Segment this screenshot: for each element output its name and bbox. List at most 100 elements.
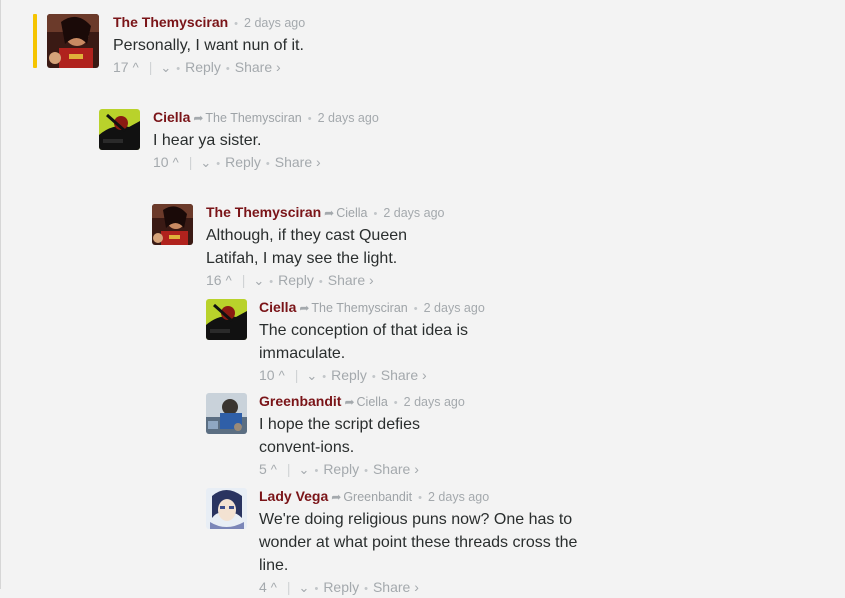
reply-link[interactable]: Reply <box>185 59 221 75</box>
author-name[interactable]: Ciella <box>153 109 190 125</box>
vote-divider: | <box>148 59 153 75</box>
downvote-icon[interactable]: ⌄ <box>306 367 317 385</box>
author-name[interactable]: Lady Vega <box>259 488 328 504</box>
avatar[interactable] <box>47 14 99 68</box>
timestamp[interactable]: 2 days ago <box>383 206 444 220</box>
avatar[interactable] <box>152 204 193 245</box>
avatar[interactable] <box>206 393 247 434</box>
parent-author-link[interactable]: The Themysciran <box>205 111 301 125</box>
comment-body: Ciella ➦ The Themysciran • 2 days ago The co… <box>259 299 485 386</box>
comment-body: The Themysciran ➦ Ciella • 2 days ago Althou… <box>206 204 445 291</box>
separator-dot: • <box>318 276 323 288</box>
separator-dot: • <box>176 63 181 75</box>
comment-footer: 16 ^ | ⌄ • Reply • Share › <box>206 271 445 291</box>
avatar[interactable] <box>206 299 247 340</box>
separator-dot: • <box>322 371 327 383</box>
reply-to-arrow-icon: ➦ <box>299 301 310 315</box>
avatar[interactable] <box>99 109 140 150</box>
reply-link[interactable]: Reply <box>323 461 359 477</box>
upvote-icon[interactable]: ^ <box>133 59 139 77</box>
page-left-border <box>0 0 1 589</box>
parent-author-link[interactable]: Ciella <box>357 395 388 409</box>
themysciran-avatar-icon <box>47 14 99 68</box>
downvote-icon[interactable]: ⌄ <box>253 272 264 290</box>
comment-footer: 4 ^ | ⌄ • Reply • Share › <box>259 578 619 598</box>
ciella-avatar-icon <box>99 109 140 150</box>
upvote-icon[interactable]: ^ <box>279 367 285 385</box>
reply-link[interactable]: Reply <box>323 579 359 595</box>
comment-body: Ciella ➦ The Themysciran • 2 days ago I hear… <box>153 109 379 173</box>
comment-body: Lady Vega ➦ Greenbandit • 2 days ago We're d… <box>259 488 619 598</box>
separator-dot: • <box>413 303 418 315</box>
share-link[interactable]: Share › <box>373 579 419 595</box>
author-name[interactable]: The Themysciran <box>206 204 321 220</box>
separator-dot: • <box>373 208 378 220</box>
reply-link[interactable]: Reply <box>278 272 314 288</box>
comment-header: Ciella ➦ The Themysciran • 2 days ago <box>259 299 485 315</box>
upvote-icon[interactable]: ^ <box>226 272 232 290</box>
author-name[interactable]: Ciella <box>259 299 296 315</box>
separator-dot: • <box>269 276 274 288</box>
avatar[interactable] <box>206 488 247 529</box>
author-name[interactable]: The Themysciran <box>113 14 228 30</box>
ciella-avatar-icon <box>206 299 247 340</box>
themysciran-avatar-icon <box>152 204 193 245</box>
upvote-icon[interactable]: ^ <box>271 461 277 479</box>
vote-count: 4 <box>259 579 267 595</box>
reply-link[interactable]: Reply <box>331 367 367 383</box>
separator-dot: • <box>234 18 239 30</box>
vote-divider: | <box>294 367 299 383</box>
parent-author-link[interactable]: Greenbandit <box>343 490 412 504</box>
share-link[interactable]: Share › <box>235 59 281 75</box>
reply-link[interactable]: Reply <box>225 154 261 170</box>
comment-footer: 10 ^ | ⌄ • Reply • Share › <box>259 366 485 386</box>
timestamp[interactable]: 2 days ago <box>244 16 305 30</box>
comment-header: Greenbandit ➦ Ciella • 2 days ago <box>259 393 465 409</box>
vote-count: 17 <box>113 59 129 75</box>
share-link[interactable]: Share › <box>328 272 374 288</box>
parent-author-link[interactable]: Ciella <box>336 206 367 220</box>
separator-dot: • <box>314 465 319 477</box>
share-link[interactable]: Share › <box>275 154 321 170</box>
reply-to-arrow-icon: ➦ <box>324 206 335 220</box>
separator-dot: • <box>371 371 376 383</box>
separator-dot: • <box>265 158 270 170</box>
downvote-icon[interactable]: ⌄ <box>200 154 211 172</box>
lady-vega-avatar-icon <box>206 488 247 529</box>
separator-dot: • <box>307 113 312 125</box>
comment-header: Ciella ➦ The Themysciran • 2 days ago <box>153 109 379 125</box>
vote-count: 10 <box>153 154 169 170</box>
new-comment-highlight <box>33 14 37 68</box>
share-link[interactable]: Share › <box>373 461 419 477</box>
comment-text: Although, if they cast Queen Latifah, I … <box>206 227 408 267</box>
upvote-icon[interactable]: ^ <box>271 579 277 597</box>
comment-footer: 5 ^ | ⌄ • Reply • Share › <box>259 460 465 480</box>
upvote-icon[interactable]: ^ <box>173 154 179 172</box>
parent-author-link[interactable]: The Themysciran <box>311 301 407 315</box>
separator-dot: • <box>393 397 398 409</box>
comment-text: I hope the script defies convent-ions. <box>259 416 420 456</box>
separator-dot: • <box>364 583 368 595</box>
comment-body: The Themysciran • 2 days ago Personally, I… <box>113 14 305 78</box>
separator-dot: • <box>314 583 319 595</box>
reply-to-arrow-icon: ➦ <box>331 490 342 504</box>
author-name[interactable]: Greenbandit <box>259 393 341 409</box>
vote-count: 5 <box>259 461 267 477</box>
vote-divider: | <box>188 154 193 170</box>
separator-dot: • <box>364 465 368 477</box>
comment-text: Personally, I want nun of it. <box>113 37 304 54</box>
timestamp[interactable]: 2 days ago <box>424 301 485 315</box>
vote-count: 10 <box>259 367 275 383</box>
timestamp[interactable]: 2 days ago <box>404 395 465 409</box>
vote-count: 16 <box>206 272 222 288</box>
separator-dot: • <box>418 492 422 504</box>
downvote-icon[interactable]: ⌄ <box>299 461 310 479</box>
share-link[interactable]: Share › <box>381 367 427 383</box>
downvote-icon[interactable]: ⌄ <box>299 579 310 597</box>
timestamp[interactable]: 2 days ago <box>428 490 489 504</box>
separator-dot: • <box>216 158 221 170</box>
comment-header: The Themysciran • 2 days ago <box>113 14 305 30</box>
comment-text: The conception of that idea is immaculat… <box>259 322 469 362</box>
downvote-icon[interactable]: ⌄ <box>160 59 171 77</box>
timestamp[interactable]: 2 days ago <box>318 111 379 125</box>
